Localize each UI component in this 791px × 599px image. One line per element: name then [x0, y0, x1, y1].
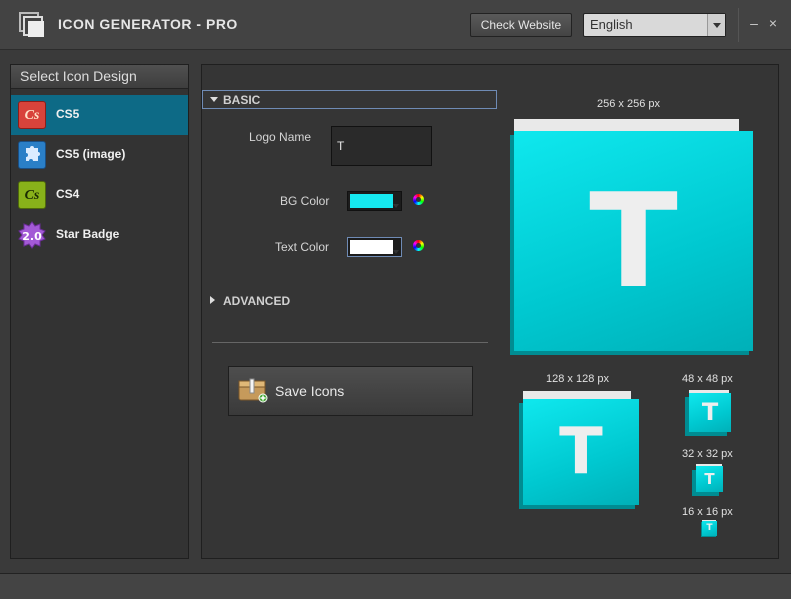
check-website-button[interactable]: Check Website: [470, 13, 572, 37]
bg-color-swatch: [350, 194, 393, 208]
preview-48: T: [687, 390, 731, 432]
puzzle-icon: [18, 141, 46, 169]
language-select-value: English: [590, 17, 633, 32]
package-icon: [238, 378, 268, 403]
app-logo-icon: [19, 12, 44, 37]
expand-right-icon: [210, 296, 215, 304]
design-item-star-badge[interactable]: 2.0 Star Badge: [11, 215, 188, 255]
minimize-button[interactable]: –: [746, 14, 762, 32]
save-icons-label: Save Icons: [275, 383, 345, 399]
chevron-down-icon: [393, 204, 399, 208]
close-button[interactable]: ×: [765, 14, 781, 32]
design-item-cs5[interactable]: Cs CS5: [11, 95, 188, 135]
preview-size-label-32: 32 x 32 px: [682, 448, 733, 460]
sidebar-header: Select Icon Design: [11, 65, 188, 89]
status-bar: [0, 573, 791, 599]
chevron-down-icon[interactable]: [707, 14, 725, 36]
design-sidebar: Select Icon Design Cs CS5 CS5 (image) Cs…: [10, 64, 189, 559]
design-item-label: CS5 (image): [56, 147, 126, 161]
star-badge-text: 2.0: [22, 230, 42, 243]
design-item-label: CS4: [56, 187, 80, 201]
bg-color-picker[interactable]: [347, 191, 402, 211]
design-item-label: CS5: [56, 107, 80, 121]
basic-section-label: BASIC: [223, 93, 261, 107]
chevron-down-icon: [393, 250, 399, 254]
preview-size-label-128: 128 x 128 px: [546, 373, 609, 385]
expand-down-icon: [210, 97, 218, 102]
save-icons-button[interactable]: Save Icons: [228, 366, 473, 416]
text-color-picker[interactable]: [347, 237, 402, 257]
advanced-section-header[interactable]: ADVANCED: [223, 294, 290, 308]
preview-256: T: [510, 119, 753, 351]
text-color-label: Text Color: [275, 240, 330, 254]
title-separator: [738, 8, 739, 42]
bg-color-label: BG Color: [280, 194, 330, 208]
language-select[interactable]: English: [583, 13, 726, 37]
logo-name-label: Logo Name: [249, 130, 312, 144]
design-item-cs4[interactable]: Cs CS4: [11, 175, 188, 215]
design-item-cs5-image[interactable]: CS5 (image): [11, 135, 188, 175]
preview-size-label-256: 256 x 256 px: [597, 98, 660, 110]
text-color-wheel-icon[interactable]: [413, 240, 424, 251]
star-badge-icon: 2.0: [18, 221, 46, 249]
preview-128: T: [520, 391, 639, 505]
preview-size-label-48: 48 x 48 px: [682, 373, 733, 385]
preview-32: T: [695, 464, 723, 492]
bg-color-wheel-icon[interactable]: [413, 194, 424, 205]
design-item-label: Star Badge: [56, 227, 120, 241]
title-bar: ICON GENERATOR - PRO Check Website Engli…: [0, 0, 791, 50]
cs4-icon: Cs: [18, 181, 46, 209]
logo-name-input[interactable]: [331, 126, 432, 166]
app-title: ICON GENERATOR - PRO: [58, 16, 238, 32]
cs5-icon: Cs: [18, 101, 46, 129]
preview-size-label-16: 16 x 16 px: [682, 506, 733, 518]
text-color-swatch: [350, 240, 393, 254]
divider: [212, 342, 488, 343]
preview-16: T: [701, 520, 717, 536]
